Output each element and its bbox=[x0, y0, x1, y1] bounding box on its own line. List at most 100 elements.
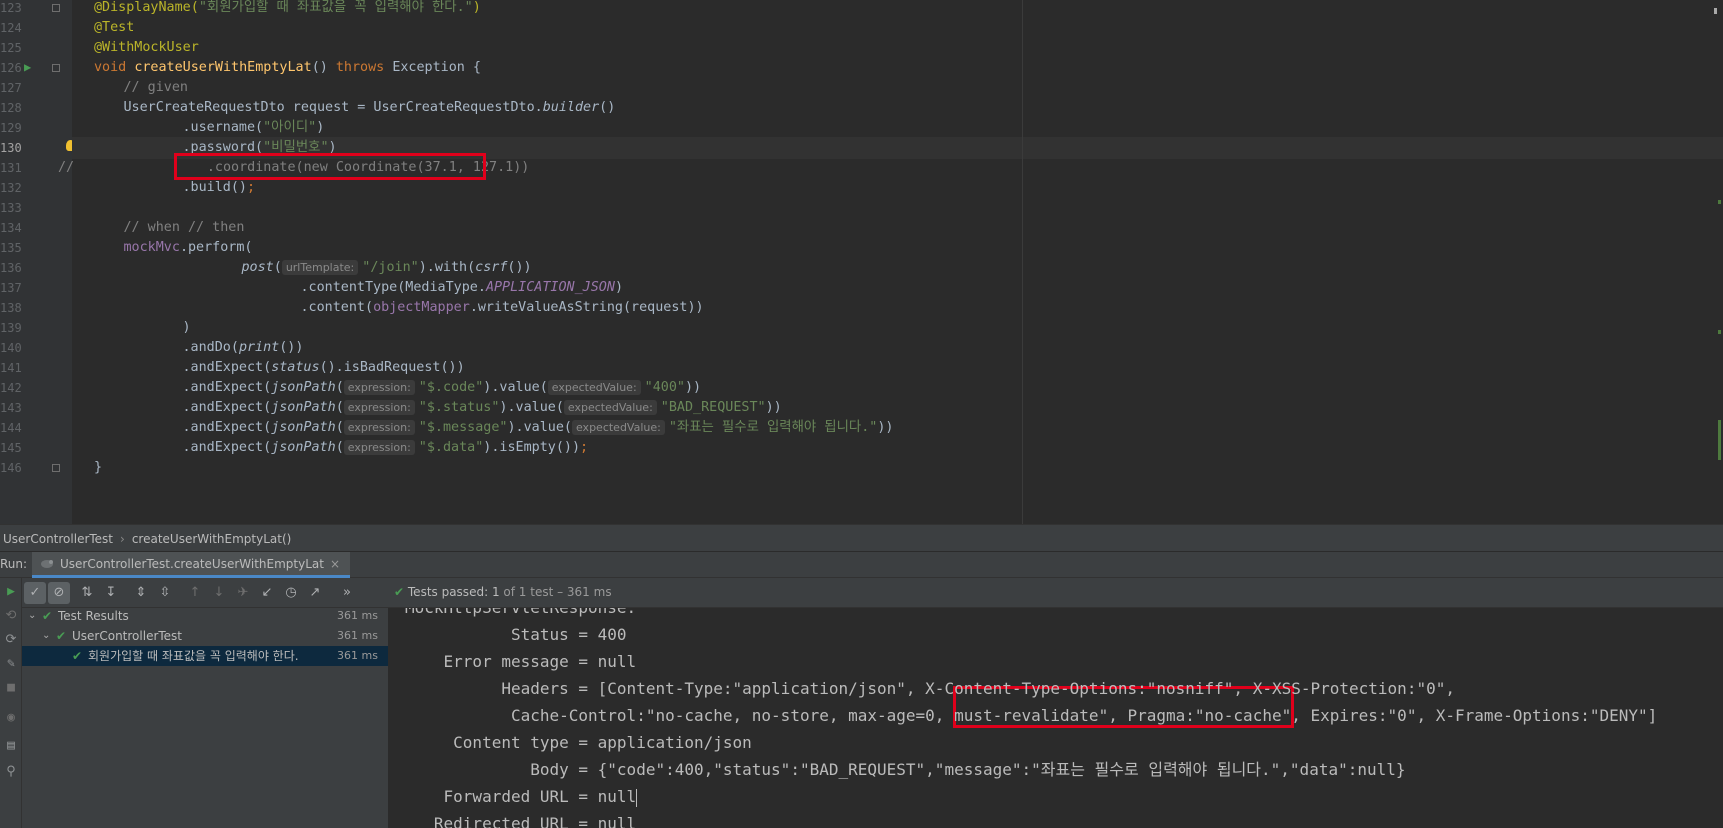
code-line[interactable]: .build(); bbox=[72, 177, 1723, 199]
code-line[interactable]: .content(objectMapper.writeValueAsString… bbox=[72, 297, 1723, 319]
line-number[interactable]: 134 bbox=[0, 217, 22, 239]
show-passed-icon[interactable]: ✓ bbox=[24, 582, 46, 604]
line-number[interactable]: 132 bbox=[0, 177, 22, 199]
test-tree-node[interactable]: ⌄ ✔ Test Results 361 ms bbox=[22, 606, 388, 626]
debug-icon[interactable]: ⟲ bbox=[0, 606, 22, 626]
line-number[interactable]: 142 bbox=[0, 377, 22, 399]
run-test-icon[interactable]: ▶ bbox=[24, 60, 31, 74]
line-number[interactable]: 130 bbox=[0, 137, 22, 159]
line-number[interactable]: 144 bbox=[0, 417, 22, 439]
code-line[interactable]: .andDo(print()) bbox=[72, 337, 1723, 359]
chevron-down-icon[interactable]: ⌄ bbox=[42, 626, 50, 646]
code-line[interactable]: .andExpect(jsonPath(expression: "$.code")… bbox=[72, 377, 1723, 399]
line-number[interactable]: 143 bbox=[0, 397, 22, 419]
test-tree-node[interactable]: ✔ 회원가입할 때 좌표값을 꼭 입력해야 한다. 361 ms bbox=[22, 646, 388, 666]
code-token: ().isBadRequest()) bbox=[319, 360, 465, 375]
sort-by-duration-icon[interactable]: ↧ bbox=[100, 582, 122, 604]
line-number[interactable]: 135 bbox=[0, 237, 22, 259]
code-line[interactable]: ) bbox=[72, 317, 1723, 339]
stop-icon[interactable]: ■ bbox=[0, 678, 22, 698]
pin-tab-icon[interactable]: ✈ bbox=[232, 582, 254, 604]
test-results-tree[interactable]: ⌄ ✔ Test Results 361 ms ⌄ ✔ UserControllerTest… bbox=[22, 608, 389, 828]
line-number[interactable]: 141 bbox=[0, 357, 22, 379]
code-editor[interactable]: 123 124 125 126 ▶ 127 128 129 130 131 132 133 134 135… bbox=[0, 0, 1723, 524]
line-number[interactable]: 129 bbox=[0, 117, 22, 139]
console-line: Cache-Control:"no-cache, no-store, max-a… bbox=[405, 706, 1658, 725]
line-number[interactable]: 145 bbox=[0, 437, 22, 459]
line-number[interactable]: 124 bbox=[0, 17, 22, 39]
line-number[interactable]: 133 bbox=[0, 197, 22, 219]
code-token: ; bbox=[247, 180, 256, 195]
breadcrumb-method[interactable]: createUserWithEmptyLat() bbox=[132, 532, 292, 546]
line-number[interactable]: 137 bbox=[0, 277, 22, 299]
code-token: "$.data" bbox=[418, 440, 484, 455]
code-line[interactable]: .andExpect(jsonPath(expression: "$.data")… bbox=[72, 437, 1723, 459]
previous-failed-icon[interactable]: ↑ bbox=[184, 582, 206, 604]
eye-icon[interactable]: ◉ bbox=[0, 708, 22, 728]
breadcrumb: UserControllerTest › createUserWithEmptyLa… bbox=[0, 524, 1723, 552]
code-line[interactable]: post(urlTemplate: "/join").with(csrf()) bbox=[72, 257, 1723, 279]
wrench-icon[interactable]: ✎ bbox=[0, 654, 22, 674]
rerun-failed-icon[interactable]: ⟳ bbox=[0, 630, 22, 650]
chevron-down-icon[interactable]: ⌄ bbox=[28, 606, 36, 626]
code-line[interactable]: .username("아이디") bbox=[72, 117, 1723, 139]
code-area[interactable]: @DisplayName("회원가입할 때 좌표값을 꼭 입력해야 한다.") @… bbox=[58, 0, 1723, 524]
line-number[interactable]: 136 bbox=[0, 257, 22, 279]
run-side-toolbar: ▶ ⟲ ⟳ ✎ ■ ◉ ▤ ⚲ bbox=[0, 578, 22, 828]
code-line[interactable]: @Test bbox=[72, 17, 1723, 39]
code-line[interactable]: .andExpect(status().isBadRequest()) bbox=[72, 357, 1723, 379]
code-token: } bbox=[94, 460, 103, 475]
code-line[interactable]: // when // then bbox=[72, 217, 1723, 239]
line-number[interactable]: 140 bbox=[0, 337, 22, 359]
line-number[interactable]: 146 bbox=[0, 457, 22, 479]
layout-icon[interactable]: ▤ bbox=[0, 736, 22, 756]
close-icon[interactable]: × bbox=[330, 557, 340, 571]
show-ignored-icon[interactable]: ⊘ bbox=[48, 582, 70, 604]
fold-marker-icon[interactable] bbox=[52, 4, 60, 12]
collapse-all-icon[interactable]: ⇳ bbox=[154, 582, 176, 604]
code-line[interactable]: .contentType(MediaType.APPLICATION_JSON) bbox=[72, 277, 1723, 299]
breadcrumb-class[interactable]: UserControllerTest bbox=[3, 532, 113, 546]
code-line[interactable]: .andExpect(jsonPath(expression: "$.messag… bbox=[72, 417, 1723, 439]
sort-alphabetically-icon[interactable]: ⇅ bbox=[76, 582, 98, 604]
next-failed-icon[interactable]: ↓ bbox=[208, 582, 230, 604]
export-icon[interactable]: ↗ bbox=[304, 582, 326, 604]
breadcrumb-separator: › bbox=[120, 532, 125, 546]
code-token: void bbox=[94, 60, 135, 75]
line-number[interactable]: 128 bbox=[0, 97, 22, 119]
code-line[interactable]: mockMvc.perform( bbox=[72, 237, 1723, 259]
line-number[interactable]: 127 bbox=[0, 77, 22, 99]
fold-marker-icon[interactable] bbox=[52, 464, 60, 472]
fold-marker-icon[interactable] bbox=[52, 64, 60, 72]
line-number[interactable]: 138 bbox=[0, 297, 22, 319]
line-number-gutter[interactable]: 123 124 125 126 ▶ 127 128 129 130 131 132 133 134 135… bbox=[0, 0, 75, 524]
code-line[interactable]: } bbox=[72, 457, 1723, 479]
code-token: .contentType(MediaType. bbox=[300, 280, 486, 295]
history-icon[interactable]: ◷ bbox=[280, 582, 302, 604]
run-tool-window-header: Run: UserControllerTest.createUserWithEm… bbox=[0, 552, 1723, 578]
test-tree-node[interactable]: ⌄ ✔ UserControllerTest 361 ms bbox=[22, 626, 388, 646]
code-line[interactable]: // given bbox=[72, 77, 1723, 99]
code-line[interactable]: void createUserWithEmptyLat() throws Exc… bbox=[72, 57, 1723, 79]
import-tests-icon[interactable]: ↙ bbox=[256, 582, 278, 604]
expand-all-icon[interactable]: ⇕ bbox=[130, 582, 152, 604]
rerun-icon[interactable]: ▶ bbox=[0, 582, 22, 602]
code-line[interactable]: .andExpect(jsonPath(expression: "$.status… bbox=[72, 397, 1723, 419]
code-token: .build() bbox=[182, 180, 248, 195]
run-tab[interactable]: UserControllerTest.createUserWithEmptyLa… bbox=[32, 552, 351, 578]
more-actions-icon[interactable]: » bbox=[336, 582, 358, 604]
line-number[interactable]: 126 bbox=[0, 57, 22, 79]
console-output[interactable]: MockHttpServletResponse: Status = 400 Er… bbox=[389, 608, 1723, 828]
test-duration: 361 ms bbox=[337, 649, 378, 662]
console-line: Forwarded URL = null bbox=[405, 787, 638, 807]
line-number[interactable]: 131 bbox=[0, 157, 22, 179]
code-line[interactable]: UserCreateRequestDto request = UserCreat… bbox=[72, 97, 1723, 119]
pin-icon[interactable]: ⚲ bbox=[0, 762, 22, 782]
line-number[interactable]: 125 bbox=[0, 37, 22, 59]
code-line[interactable] bbox=[72, 197, 1723, 219]
code-line[interactable]: @WithMockUser bbox=[72, 37, 1723, 59]
code-token: ( bbox=[273, 260, 282, 275]
parameter-hint: expression: bbox=[343, 440, 415, 455]
code-token: ) bbox=[472, 0, 481, 15]
line-number[interactable]: 139 bbox=[0, 317, 22, 339]
